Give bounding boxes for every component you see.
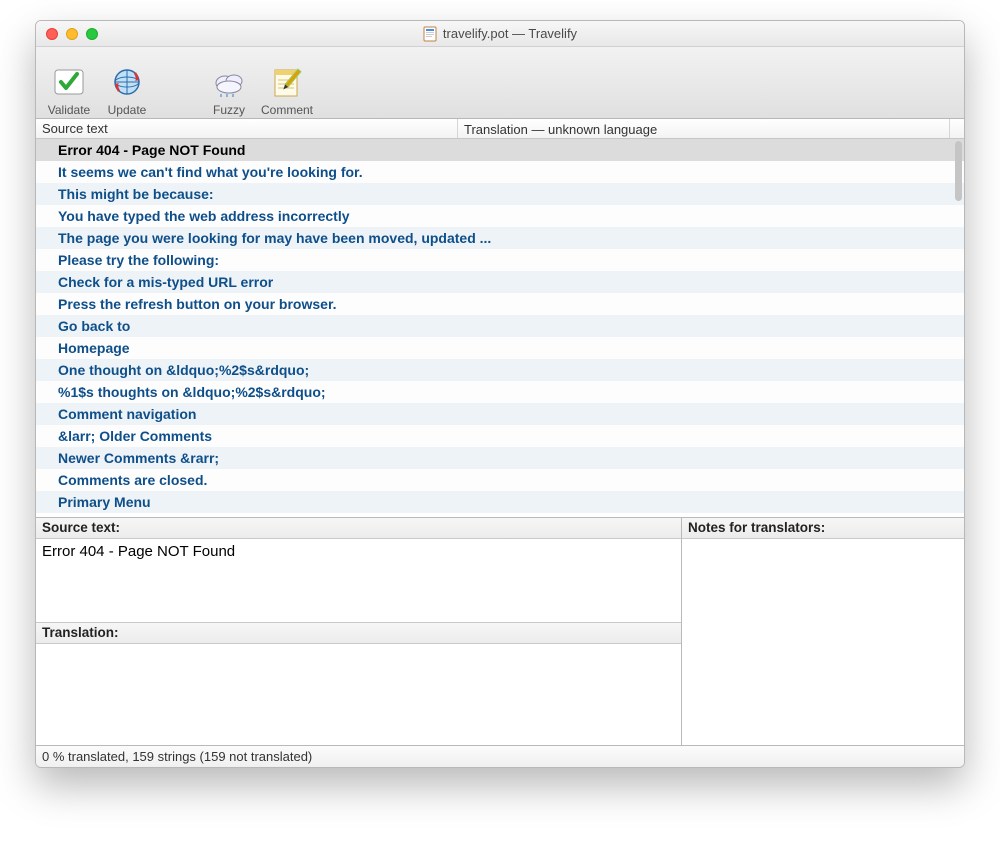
table-row[interactable]: &larr; Older Comments <box>36 425 964 447</box>
document-icon <box>423 26 437 42</box>
globe-refresh-icon <box>107 62 147 102</box>
table-row[interactable]: Check for a mis-typed URL error <box>36 271 964 293</box>
notes-panel-header: Notes for translators: <box>682 518 964 539</box>
strings-table: Error 404 - Page NOT FoundIt seems we ca… <box>36 139 964 517</box>
update-button[interactable]: Update <box>98 49 156 117</box>
titlebar: travelify.pot — Travelify <box>36 21 964 47</box>
table-row[interactable]: One thought on &ldquo;%2$s&rdquo; <box>36 359 964 381</box>
notes-panel-body <box>682 539 964 745</box>
notepad-pencil-icon <box>267 62 307 102</box>
validate-label: Validate <box>48 103 90 117</box>
table-row[interactable]: Comment navigation <box>36 403 964 425</box>
translation-input[interactable] <box>36 644 681 730</box>
table-row[interactable]: Error 404 - Page NOT Found <box>36 139 964 161</box>
table-row[interactable]: The page you were looking for may have b… <box>36 227 964 249</box>
window-title-wrap: travelify.pot — Travelify <box>36 26 964 42</box>
comment-label: Comment <box>261 103 313 117</box>
column-headers: Source text Translation — unknown langua… <box>36 119 964 139</box>
table-row[interactable]: Press the refresh button on your browser… <box>36 293 964 315</box>
app-window: travelify.pot — Travelify Validate Updat… <box>35 20 965 768</box>
header-spacer <box>950 119 964 138</box>
update-label: Update <box>108 103 147 117</box>
table-row[interactable]: Go back to <box>36 315 964 337</box>
translation-panel-header: Translation: <box>36 623 681 644</box>
table-row[interactable]: Primary Menu <box>36 491 964 513</box>
table-row[interactable]: %1$s thoughts on &ldquo;%2$s&rdquo; <box>36 381 964 403</box>
table-row[interactable]: You have typed the web address incorrect… <box>36 205 964 227</box>
fuzzy-label: Fuzzy <box>213 103 245 117</box>
cloud-icon <box>209 62 249 102</box>
table-row[interactable]: Homepage <box>36 337 964 359</box>
vertical-scrollbar[interactable] <box>955 141 962 201</box>
status-bar: 0 % translated, 159 strings (159 not tra… <box>36 745 964 767</box>
detail-panels: Source text: Error 404 - Page NOT Found … <box>36 517 964 745</box>
header-source[interactable]: Source text <box>36 119 458 138</box>
checkmark-icon <box>49 62 89 102</box>
validate-button[interactable]: Validate <box>40 49 98 117</box>
table-row[interactable]: This might be because: <box>36 183 964 205</box>
comment-button[interactable]: Comment <box>258 49 316 117</box>
table-row[interactable]: Newer Comments &rarr; <box>36 447 964 469</box>
table-row[interactable]: Comments are closed. <box>36 469 964 491</box>
source-panel-header: Source text: <box>36 518 681 539</box>
source-panel-body: Error 404 - Page NOT Found <box>36 539 681 623</box>
window-title: travelify.pot — Travelify <box>443 26 577 41</box>
toolbar: Validate Update Fuzzy Comment <box>36 47 964 119</box>
table-row[interactable]: It seems we can't find what you're looki… <box>36 161 964 183</box>
fuzzy-button[interactable]: Fuzzy <box>200 49 258 117</box>
header-translation[interactable]: Translation — unknown language <box>458 119 950 138</box>
table-row[interactable]: Please try the following: <box>36 249 964 271</box>
